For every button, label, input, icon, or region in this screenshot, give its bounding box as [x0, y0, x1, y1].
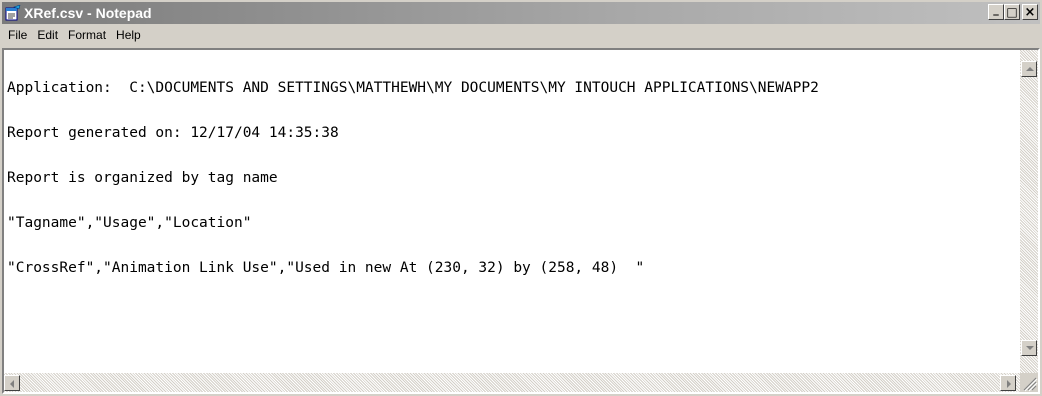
- close-icon: ×: [1024, 4, 1036, 20]
- notepad-window: XRef.csv - Notepad _ □ × File Edit Forma…: [0, 0, 1042, 396]
- minimize-icon: _: [993, 3, 999, 16]
- maximize-button[interactable]: □: [1004, 4, 1020, 20]
- resize-grip-icon: [1023, 377, 1038, 392]
- edit-frame: Application: C:\DOCUMENTS AND SETTINGS\M…: [2, 48, 1040, 394]
- window-title: XRef.csv - Notepad: [24, 5, 152, 21]
- window-controls: _ □ ×: [988, 4, 1038, 20]
- scroll-down-button[interactable]: [1021, 340, 1037, 356]
- document-text: Application: C:\DOCUMENTS AND SETTINGS\M…: [4, 50, 1020, 306]
- notepad-icon[interactable]: [5, 4, 21, 21]
- menu-format[interactable]: Format: [63, 28, 111, 42]
- horizontal-scrollbar[interactable]: [4, 373, 1020, 392]
- minimize-button[interactable]: _: [988, 4, 1004, 20]
- scroll-left-button[interactable]: [4, 375, 20, 391]
- scroll-right-button[interactable]: [1000, 375, 1016, 391]
- scroll-up-button[interactable]: [1021, 61, 1037, 77]
- text-line: Report generated on: 12/17/04 14:35:38: [7, 125, 339, 141]
- menu-edit[interactable]: Edit: [32, 28, 63, 42]
- vertical-scrollbar[interactable]: [1020, 50, 1038, 373]
- text-line: Report is organized by tag name: [7, 170, 278, 186]
- menu-bar: File Edit Format Help: [2, 25, 1040, 45]
- arrow-right-icon: [1007, 380, 1011, 388]
- text-line: "Tagname","Usage","Location": [7, 215, 252, 231]
- text-line: "CrossRef","Animation Link Use","Used in…: [7, 260, 645, 276]
- arrow-down-icon: [1026, 346, 1034, 350]
- text-editor[interactable]: Application: C:\DOCUMENTS AND SETTINGS\M…: [4, 50, 1020, 373]
- title-bar[interactable]: XRef.csv - Notepad _ □ ×: [2, 2, 1040, 24]
- close-button[interactable]: ×: [1022, 4, 1038, 20]
- menu-file[interactable]: File: [2, 28, 32, 42]
- arrow-up-icon: [1026, 67, 1034, 71]
- text-line: Application: C:\DOCUMENTS AND SETTINGS\M…: [7, 80, 819, 96]
- size-grip[interactable]: [1020, 373, 1038, 392]
- arrow-left-icon: [10, 380, 14, 388]
- maximize-icon: □: [1006, 5, 1018, 19]
- menu-help[interactable]: Help: [111, 28, 146, 42]
